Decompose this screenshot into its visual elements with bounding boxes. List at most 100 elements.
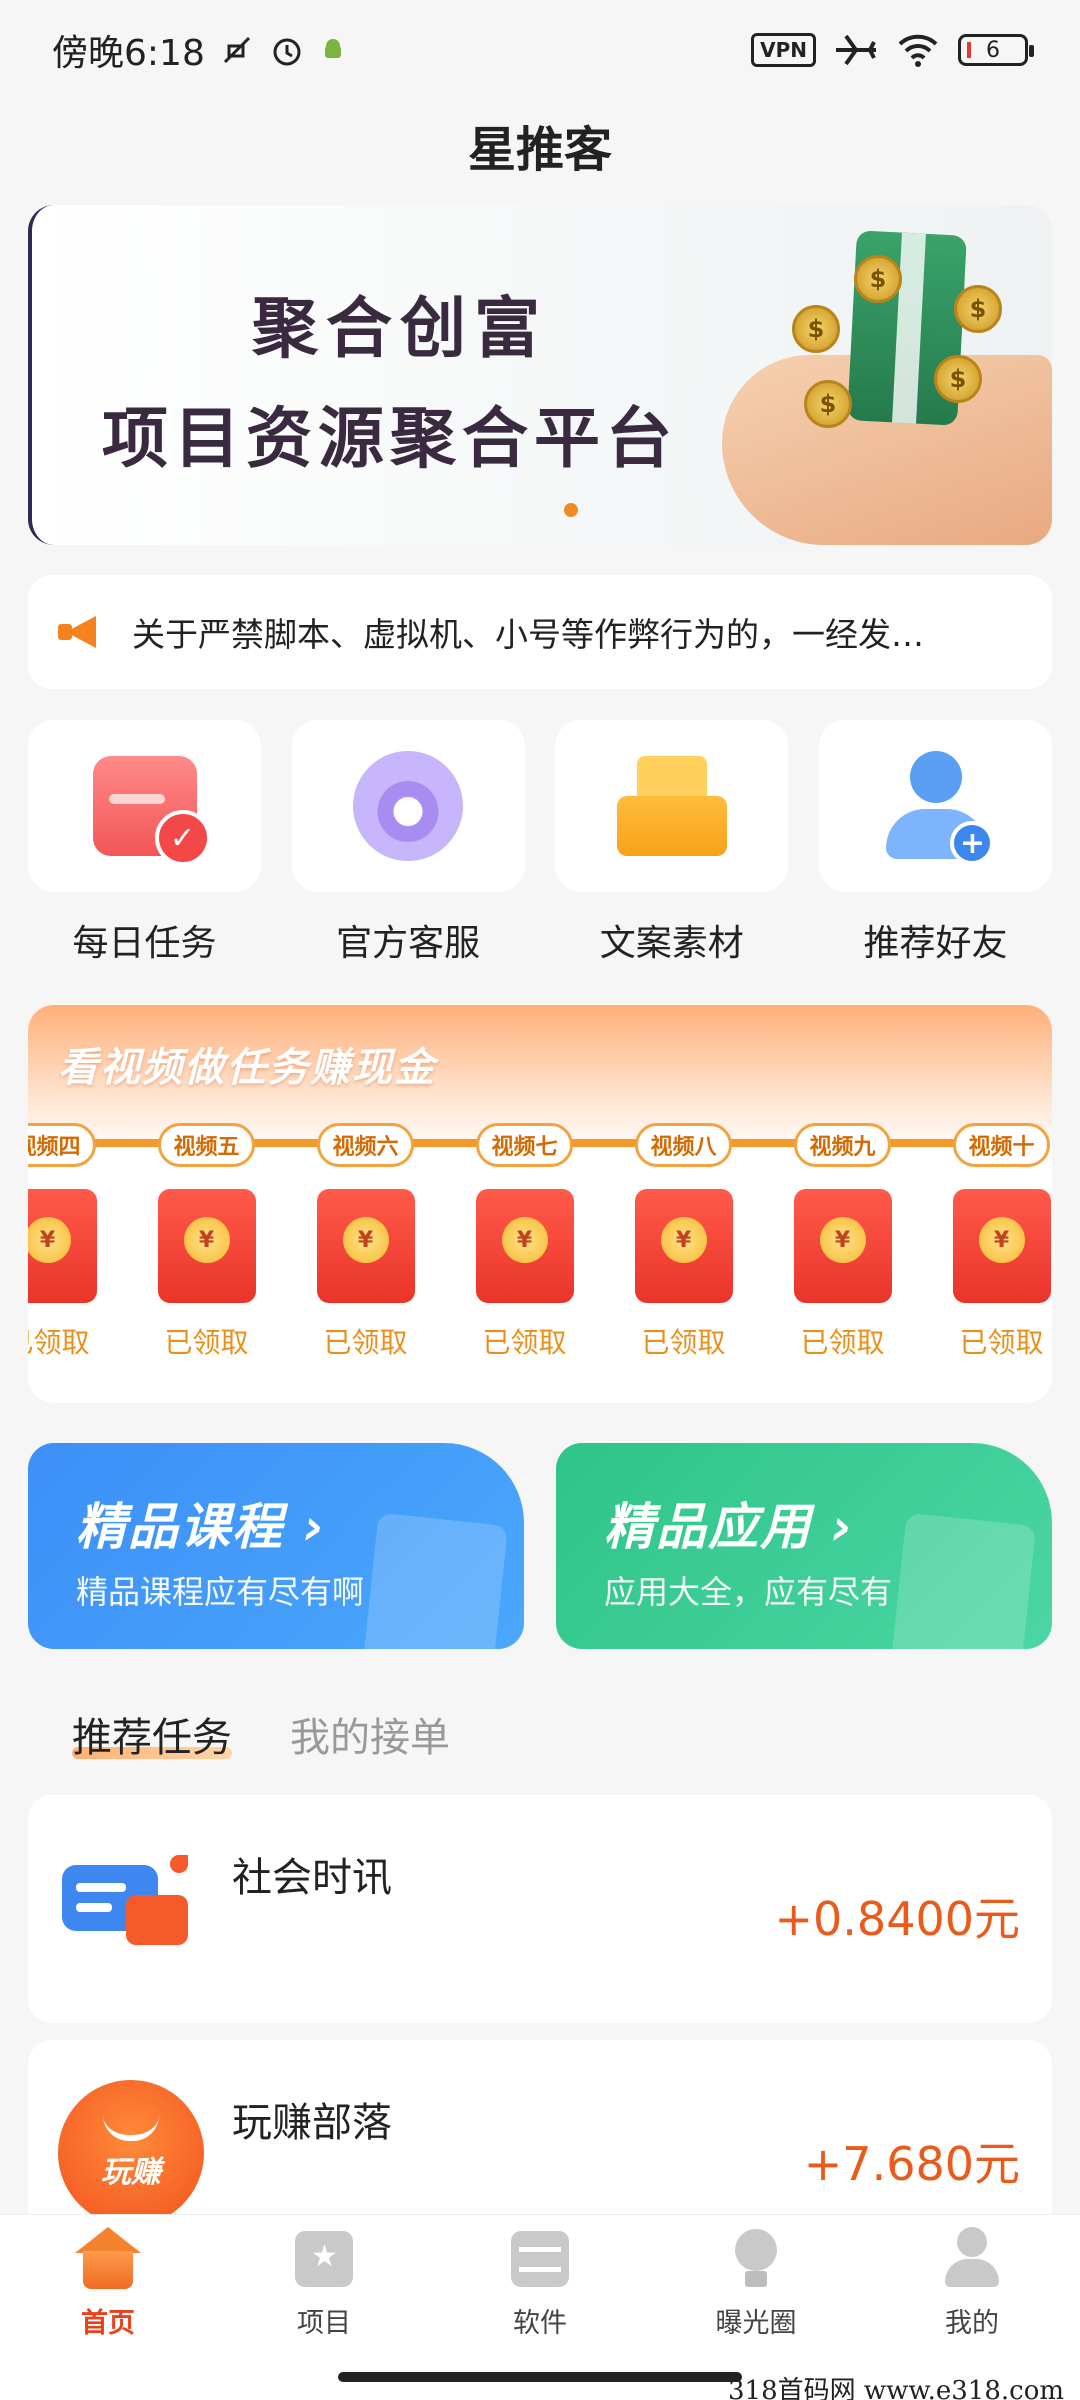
video-task-status: 已领取 <box>482 1326 567 1359</box>
page-title: 星推客 <box>467 122 612 178</box>
nav-label: 项目 <box>297 2308 351 2339</box>
banner-headline: 聚合创富 <box>252 290 548 367</box>
home-icon <box>73 2227 143 2291</box>
coin-icon: $ <box>854 255 902 303</box>
video-task-status: 已领取 <box>164 1326 249 1359</box>
task-reward: +7.680元 <box>803 2137 1020 2191</box>
book-decoration <box>361 1512 509 1649</box>
banner-subheadline: 项目资源聚合平台 <box>102 400 678 477</box>
announcement-bar[interactable]: 关于严禁脚本、虚拟机、小号等作弊行为的，一经发… <box>28 575 1052 689</box>
quick-action-refer-friends[interactable]: + 推荐好友 <box>818 720 1052 966</box>
nav-label: 首页 <box>81 2308 135 2339</box>
task-name: 玩赚部落 <box>232 2100 392 2146</box>
wifi-icon <box>898 34 938 67</box>
calendar-check-icon: ✓ <box>92 756 211 866</box>
quick-action-copy-materials[interactable]: 文案素材 <box>555 720 789 966</box>
video-task-item[interactable]: 视频十 ¥ 已领取 <box>922 1123 1052 1361</box>
tab-recommended-tasks[interactable]: 推荐任务 <box>72 1705 232 1763</box>
red-envelope-icon: ¥ <box>316 1189 415 1303</box>
video-task-item[interactable]: 视频八 ¥ 已领取 <box>604 1123 763 1361</box>
news-chat-icon <box>62 1855 202 1965</box>
profile-icon <box>937 2227 1007 2291</box>
box-decoration <box>889 1512 1037 1649</box>
yuan-coin-icon: ¥ <box>28 1217 71 1263</box>
coin-icon: $ <box>804 380 852 428</box>
coin-icon: $ <box>954 285 1002 333</box>
video-task-label: 视频六 <box>317 1123 414 1167</box>
task-reward: +0.8400元 <box>774 1892 1021 1946</box>
chevron-right-icon: › <box>303 1498 327 1556</box>
video-task-label: 视频五 <box>158 1123 255 1167</box>
quick-action-label: 推荐好友 <box>863 923 1008 964</box>
airplane-icon <box>836 34 876 66</box>
video-task-row[interactable]: 视频四 ¥ 已领取 视频五 ¥ 已领取 视频六 ¥ 已领取 视频七 ¥ 已领取 … <box>28 1123 1052 1361</box>
watermark: 318首码网 www.e318.com <box>728 2376 1064 2400</box>
promo-title: 精品应用 › <box>604 1498 855 1556</box>
tab-my-orders[interactable]: 我的接单 <box>290 1705 450 1763</box>
video-task-label: 视频十 <box>953 1123 1050 1167</box>
video-task-label: 视频四 <box>28 1123 96 1167</box>
video-task-status: 已领取 <box>28 1326 90 1359</box>
video-task-status: 已领取 <box>323 1326 408 1359</box>
yuan-coin-icon: ¥ <box>819 1217 866 1263</box>
quick-action-label: 官方客服 <box>336 923 481 964</box>
promo-subtitle: 精品课程应有尽有啊 <box>76 1573 365 1611</box>
red-envelope-icon: ¥ <box>28 1189 97 1303</box>
quick-action-customer-service[interactable]: 官方客服 <box>291 720 525 966</box>
nav-home[interactable]: 首页 <box>0 2215 216 2400</box>
yuan-coin-icon: ¥ <box>978 1217 1025 1263</box>
megaphone-icon <box>58 612 102 652</box>
lightbulb-icon <box>721 2227 791 2291</box>
red-envelope-icon: ¥ <box>157 1189 256 1303</box>
quick-actions: ✓ 每日任务 官方客服 文案素材 + 推荐好友 <box>28 720 1052 966</box>
battery-icon: 6 <box>958 34 1034 66</box>
video-task-item[interactable]: 视频四 ¥ 已领取 <box>28 1123 127 1361</box>
video-task-status: 已领取 <box>959 1326 1044 1359</box>
home-indicator[interactable] <box>338 2372 742 2382</box>
red-envelope-icon: ¥ <box>475 1189 574 1303</box>
video-task-item[interactable]: 视频五 ¥ 已领取 <box>127 1123 286 1361</box>
nav-label: 我的 <box>945 2308 999 2339</box>
video-task-item[interactable]: 视频七 ¥ 已领取 <box>445 1123 604 1361</box>
quick-action-daily-tasks[interactable]: ✓ 每日任务 <box>28 720 261 966</box>
quick-action-tile: + <box>818 720 1052 892</box>
android-icon <box>324 39 341 58</box>
video-task-label: 视频七 <box>476 1123 573 1167</box>
envelope-document-icon <box>616 756 727 856</box>
task-tabs: 推荐任务 我的接单 <box>72 1705 450 1763</box>
red-envelope-icon: ¥ <box>793 1189 892 1303</box>
quick-action-tile: ✓ <box>28 720 261 892</box>
carousel-indicator[interactable] <box>564 503 578 517</box>
red-envelope-icon: ¥ <box>634 1189 733 1303</box>
task-item[interactable]: 社会时讯 +0.8400元 <box>28 1795 1052 2023</box>
vpn-icon: VPN <box>751 33 816 67</box>
banner[interactable]: 聚合创富 项目资源聚合平台 $ $ $ $ $ <box>28 205 1052 545</box>
software-drawer-icon <box>505 2227 575 2291</box>
yuan-coin-icon: ¥ <box>501 1217 548 1263</box>
video-task-item[interactable]: 视频九 ¥ 已领取 <box>763 1123 922 1361</box>
quick-action-label: 每日任务 <box>72 923 217 964</box>
video-task-title: 看视频做任务赚现金 <box>58 1045 436 1091</box>
premium-courses-card[interactable]: 精品课程 › 精品课程应有尽有啊 <box>28 1443 524 1649</box>
coin-icon: $ <box>792 305 840 353</box>
video-task-label: 视频八 <box>635 1123 732 1167</box>
promo-subtitle: 应用大全，应有尽有 <box>604 1573 893 1611</box>
alarm-icon <box>273 38 301 66</box>
status-left: 傍晚6:18 <box>52 24 347 76</box>
premium-apps-card[interactable]: 精品应用 › 应用大全，应有尽有 <box>556 1443 1052 1649</box>
status-bar: 傍晚6:18 VPN 6 <box>0 0 1080 100</box>
video-task-label: 视频九 <box>794 1123 891 1167</box>
customer-service-icon <box>353 751 464 861</box>
quick-action-tile <box>291 720 525 892</box>
video-task-item[interactable]: 视频六 ¥ 已领取 <box>286 1123 445 1361</box>
quick-action-label: 文案素材 <box>599 923 744 964</box>
mute-icon <box>223 36 250 64</box>
promo-title: 精品课程 › <box>76 1498 327 1556</box>
chevron-right-icon: › <box>831 1498 855 1556</box>
red-envelope-icon: ¥ <box>952 1189 1051 1303</box>
nav-label: 软件 <box>513 2308 567 2339</box>
coin-icon: $ <box>934 355 982 403</box>
project-star-icon <box>289 2227 359 2291</box>
wanzhuan-logo-icon: 玩赚 <box>58 2080 204 2226</box>
task-name: 社会时讯 <box>232 1855 392 1901</box>
